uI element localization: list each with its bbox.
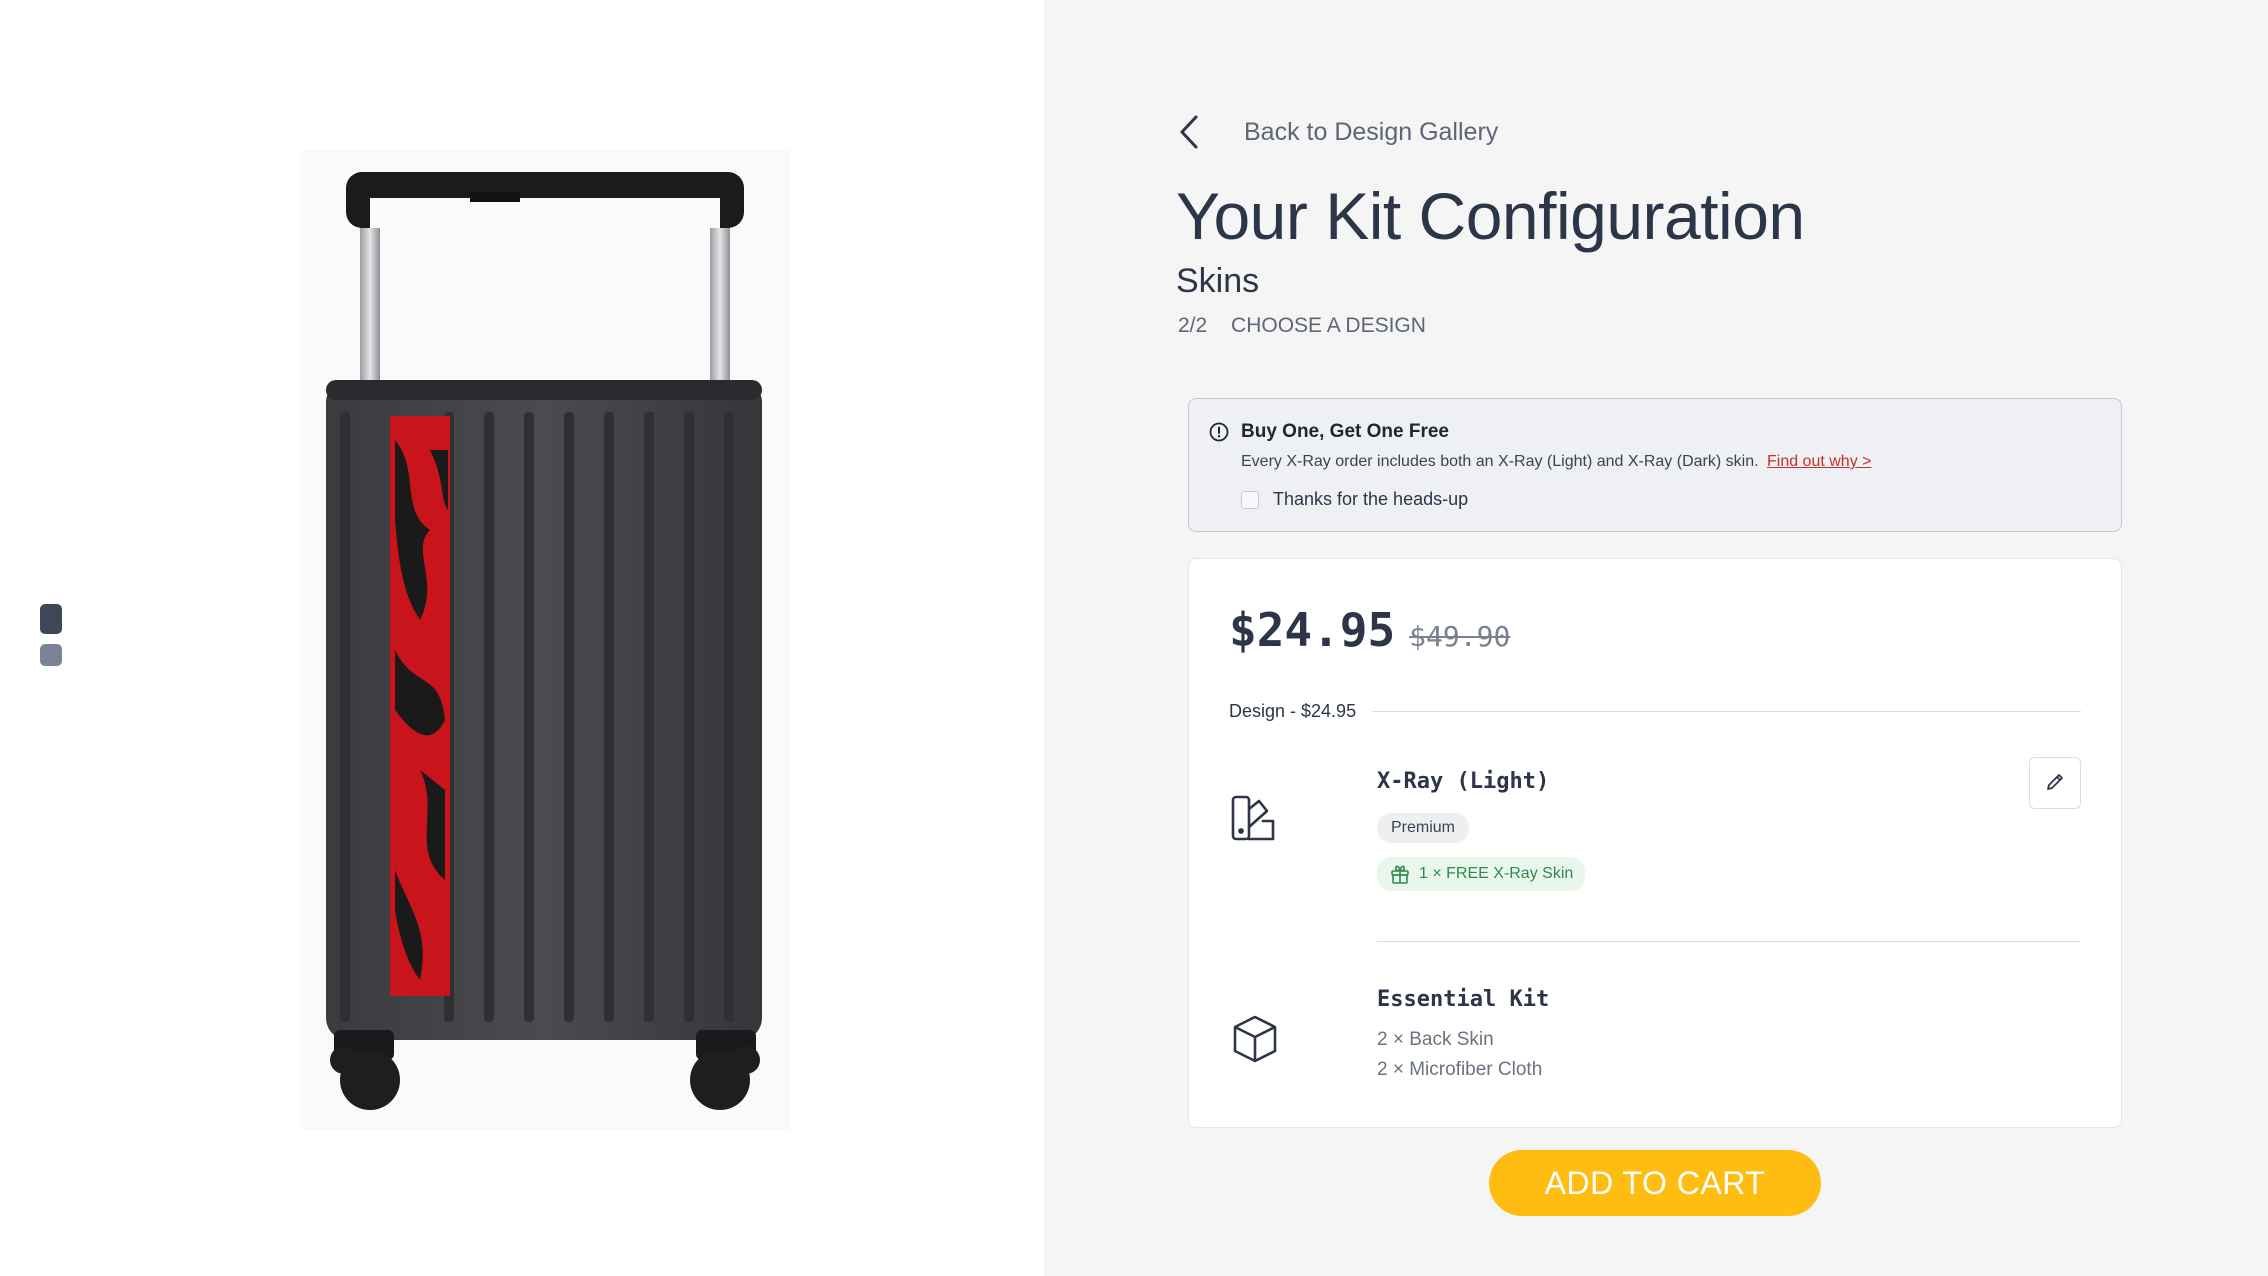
step-label: CHOOSE A DESIGN [1231,314,1426,337]
thumbnail-list [40,604,62,676]
design-section-label: Design - $24.95 [1229,701,1357,721]
product-preview-pane [0,0,1044,1276]
promo-notice: Buy One, Get One Free Every X-Ray order … [1188,398,2122,532]
kit-item-back-skin: 2 × Back Skin [1377,1029,1494,1050]
suitcase-illustration [326,172,762,1110]
step-number: 2/2 [1178,314,1208,337]
original-price: $49.90 [1409,620,1511,653]
notice-body-text: Every X-Ray order includes both an X-Ray… [1241,453,1759,470]
kit-name: Essential Kit [1377,987,1550,1012]
design-section-header: Design - $24.95 [1229,701,2081,722]
heads-up-checkbox-row[interactable]: Thanks for the heads-up [1241,489,1468,510]
box-icon [1229,1013,1281,1065]
free-skin-badge: 1 × FREE X-Ray Skin [1377,857,1586,891]
find-out-why-link[interactable]: Find out why > [1767,453,1872,470]
chevron-left-icon [1178,112,1206,152]
free-skin-label: 1 × FREE X-Ray Skin [1419,865,1574,882]
item-divider [1377,941,2081,942]
order-summary-card: $24.95 $49.90 Design - $24.95 X-Ray (Lig… [1188,558,2122,1128]
thumbnail-1[interactable] [40,604,62,634]
heads-up-checkbox-label: Thanks for the heads-up [1273,489,1469,509]
swatch-book-icon [1229,793,1281,845]
configuration-pane: Back to Design Gallery Your Kit Configur… [1044,0,2268,1276]
heads-up-checkbox[interactable] [1241,490,1259,509]
thumbnail-2[interactable] [40,644,62,666]
add-to-cart-button[interactable]: ADD TO CART [1489,1150,1821,1216]
notice-heading: Buy One, Get One Free [1241,421,1449,442]
notice-heading-row: Buy One, Get One Free [1209,421,1449,443]
pencil-icon [2044,771,2066,796]
info-circle-icon [1209,422,1229,442]
price-row: $24.95 $49.90 [1229,603,1510,657]
product-image [300,150,790,1130]
page-title: Your Kit Configuration [1176,179,1805,253]
back-link-label: Back to Design Gallery [1244,117,1499,146]
edit-design-button[interactable] [2029,757,2081,809]
page-subtitle: Skins [1176,262,1260,300]
back-to-gallery-link[interactable]: Back to Design Gallery [1178,112,1498,152]
section-divider [1372,711,2081,712]
notice-body: Every X-Ray order includes both an X-Ray… [1241,453,1871,471]
tier-badge: Premium [1377,813,1470,843]
kit-item-microfiber-cloth: 2 × Microfiber Cloth [1377,1059,1543,1080]
gift-icon [1391,865,1409,884]
design-name: X-Ray (Light) [1377,769,1550,794]
step-indicator: 2/2 CHOOSE A DESIGN [1178,314,1426,338]
current-price: $24.95 [1229,603,1396,657]
